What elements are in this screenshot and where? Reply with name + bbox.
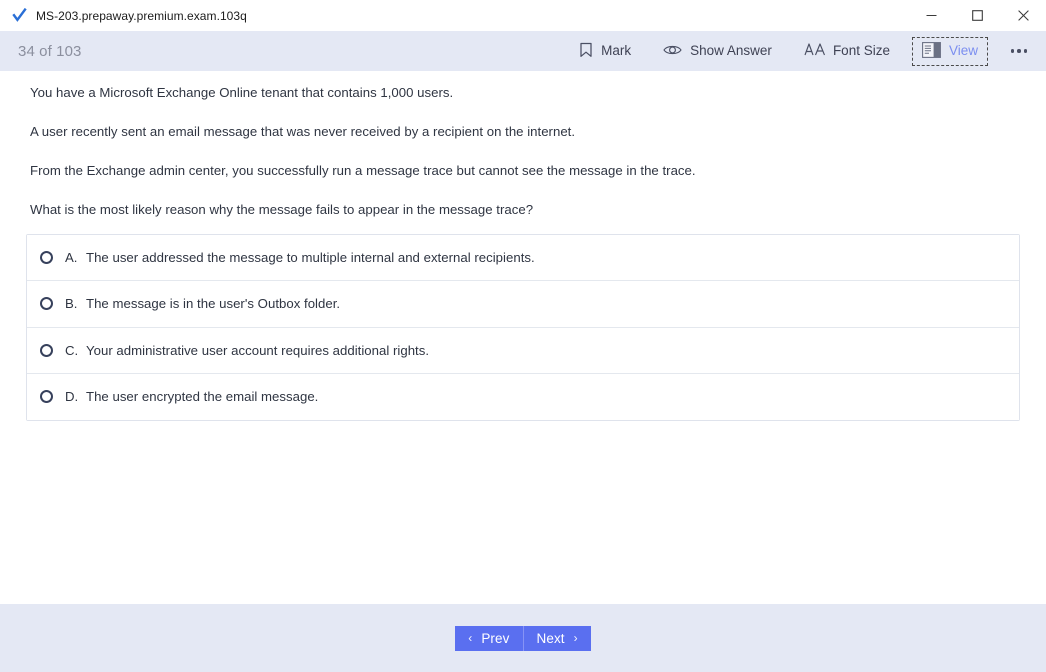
prev-label: Prev bbox=[481, 630, 510, 646]
toolbar-bar: 34 of 103 Mark Show Answer Font Size Vie… bbox=[0, 31, 1046, 71]
view-button[interactable]: View bbox=[911, 36, 988, 66]
bookmark-icon bbox=[579, 42, 593, 61]
question-counter: 34 of 103 bbox=[18, 42, 82, 60]
answer-options-list: A. The user addressed the message to mul… bbox=[26, 233, 1020, 421]
show-answer-button[interactable]: Show Answer bbox=[653, 38, 782, 65]
application-window: MS-203.prepaway.premium.exam.103q 34 of … bbox=[0, 0, 1046, 672]
prev-button[interactable]: ‹ Prev bbox=[455, 625, 524, 651]
title-bar: MS-203.prepaway.premium.exam.103q bbox=[0, 0, 1046, 32]
option-text-b: The message is in the user's Outbox fold… bbox=[86, 296, 341, 312]
option-letter-d: D. bbox=[65, 389, 79, 405]
window-controls bbox=[908, 0, 1046, 31]
font-size-icon bbox=[804, 42, 825, 60]
question-stem-line: From the Exchange admin center, you succ… bbox=[30, 163, 696, 179]
radio-button-c[interactable] bbox=[40, 343, 53, 357]
minimize-button[interactable] bbox=[908, 0, 954, 31]
option-letter-a: A. bbox=[65, 249, 78, 265]
question-stem-line: You have a Microsoft Exchange Online ten… bbox=[30, 85, 454, 100]
answer-option-c[interactable]: C. Your administrative user account requ… bbox=[27, 327, 1019, 375]
option-text-a: The user addressed the message to multip… bbox=[86, 249, 535, 265]
font-size-button[interactable]: Font Size bbox=[794, 37, 900, 65]
question-content-area: You have a Microsoft Exchange Online ten… bbox=[0, 71, 1046, 604]
font-size-label: Font Size bbox=[832, 43, 890, 59]
next-label: Next bbox=[536, 630, 565, 646]
answer-option-d[interactable]: D. The user encrypted the email message. bbox=[27, 374, 1019, 420]
option-letter-b: B. bbox=[65, 296, 78, 312]
question-stem: You have a Microsoft Exchange Online ten… bbox=[0, 71, 1046, 220]
blue-check-icon bbox=[11, 8, 27, 24]
more-options-button[interactable] bbox=[1002, 36, 1036, 66]
more-dot bbox=[1010, 49, 1015, 53]
maximize-button[interactable] bbox=[954, 0, 1000, 31]
more-dot bbox=[1023, 49, 1028, 53]
answer-option-a[interactable]: A. The user addressed the message to mul… bbox=[27, 234, 1019, 282]
toolbar: Mark Show Answer Font Size View bbox=[563, 31, 1046, 71]
layout-panel-icon bbox=[922, 41, 941, 61]
window-title: MS-203.prepaway.premium.exam.103q bbox=[36, 8, 247, 23]
radio-button-a[interactable] bbox=[40, 250, 53, 264]
show-answer-label: Show Answer bbox=[690, 43, 772, 59]
next-button[interactable]: Next › bbox=[523, 625, 591, 651]
radio-button-d[interactable] bbox=[40, 390, 53, 404]
mark-button[interactable]: Mark bbox=[569, 37, 641, 66]
question-stem-line: A user recently sent an email message th… bbox=[30, 124, 576, 140]
question-prompt: What is the most likely reason why the m… bbox=[30, 202, 534, 218]
chevron-left-icon: ‹ bbox=[468, 631, 473, 645]
more-dot bbox=[1017, 49, 1021, 53]
mark-label: Mark bbox=[601, 43, 632, 59]
option-text-d: The user encrypted the email message. bbox=[86, 389, 319, 405]
eye-icon bbox=[663, 43, 682, 60]
view-label: View bbox=[948, 43, 978, 59]
answer-option-b[interactable]: B. The message is in the user's Outbox f… bbox=[27, 281, 1019, 328]
navigation-button-group: ‹ Prev Next › bbox=[455, 625, 591, 651]
chevron-right-icon: › bbox=[573, 631, 578, 645]
option-text-c: Your administrative user account require… bbox=[86, 342, 430, 358]
radio-button-b[interactable] bbox=[40, 297, 53, 311]
close-button[interactable] bbox=[1000, 0, 1046, 31]
navigation-footer: ‹ Prev Next › bbox=[0, 604, 1046, 672]
option-letter-c: C. bbox=[65, 342, 79, 358]
